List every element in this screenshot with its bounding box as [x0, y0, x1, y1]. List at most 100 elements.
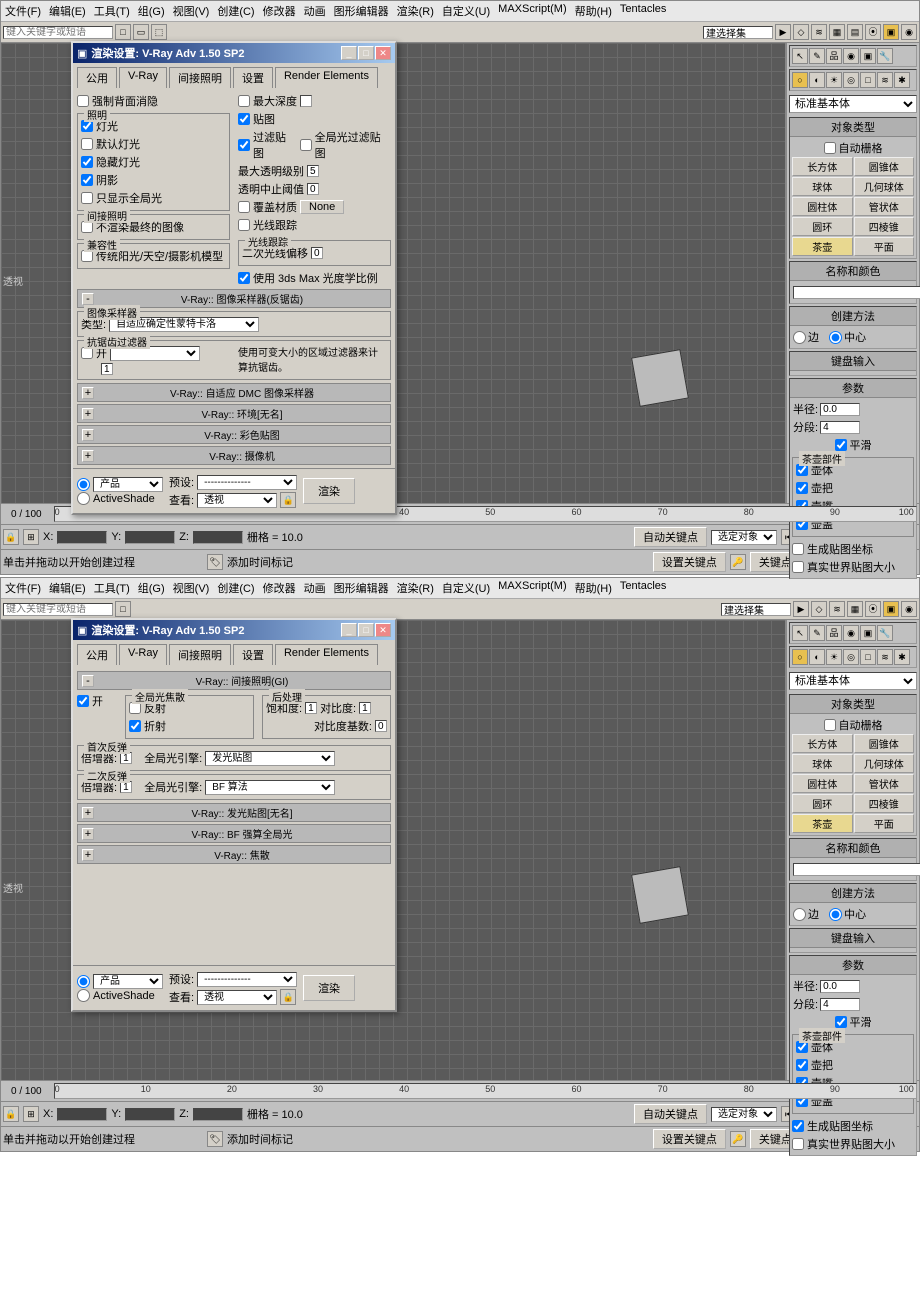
- menu-tentacles[interactable]: Tentacles: [620, 580, 666, 596]
- menu-tools[interactable]: 工具(T): [94, 580, 130, 596]
- rollup-toggle[interactable]: +: [82, 807, 94, 819]
- tab-vray[interactable]: V-Ray: [119, 67, 167, 88]
- render-button[interactable]: 渲染: [303, 975, 355, 1001]
- setkey-button[interactable]: 设置关键点: [653, 552, 726, 572]
- display-tab-icon[interactable]: ▣: [860, 48, 876, 64]
- object-name-input[interactable]: [793, 863, 920, 876]
- prim-cone[interactable]: 圆锥体: [854, 734, 915, 753]
- prim-pyramid[interactable]: 四棱锥: [854, 217, 915, 236]
- primitive-category-select[interactable]: 标准基本体: [789, 672, 917, 690]
- menu-tentacles[interactable]: Tentacles: [620, 3, 666, 19]
- section-header[interactable]: 参数: [790, 379, 916, 398]
- key-target-select[interactable]: 选定对象: [711, 530, 777, 545]
- utilities-tab-icon[interactable]: 🔧: [877, 625, 893, 641]
- tab-common[interactable]: 公用: [77, 644, 117, 665]
- menu-view[interactable]: 视图(V): [173, 3, 210, 19]
- view-select[interactable]: 透视: [197, 990, 277, 1005]
- contrast-base-input[interactable]: [375, 720, 387, 732]
- lock-icon[interactable]: 🔒: [280, 492, 296, 508]
- y-input[interactable]: [125, 531, 175, 544]
- shadows-check[interactable]: [81, 174, 93, 186]
- section-header[interactable]: 名称和颜色: [790, 262, 916, 281]
- menu-script[interactable]: MAXScript(M): [498, 3, 566, 19]
- rollup-toggle[interactable]: +: [82, 828, 94, 840]
- radius-input[interactable]: [820, 403, 860, 416]
- sel-lock-icon[interactable]: ⊞: [23, 529, 39, 545]
- contrast-input[interactable]: [359, 702, 371, 714]
- z-input[interactable]: [193, 1108, 243, 1121]
- prim-tube[interactable]: 管状体: [854, 197, 915, 216]
- create-tab-icon[interactable]: ↖: [792, 625, 808, 641]
- render-icon[interactable]: ▣: [883, 601, 899, 617]
- render-button[interactable]: 渲染: [303, 478, 355, 504]
- prim-box[interactable]: 长方体: [792, 157, 853, 176]
- layers-icon[interactable]: ▦: [847, 601, 863, 617]
- maximize-button[interactable]: □: [358, 46, 374, 60]
- prim-teapot[interactable]: 茶壶: [792, 814, 853, 833]
- tag-icon[interactable]: 🏷: [207, 554, 223, 570]
- menu-group[interactable]: 组(G): [138, 3, 165, 19]
- primitive-category-select[interactable]: 标准基本体: [789, 95, 917, 113]
- edge-radio[interactable]: [793, 908, 806, 921]
- preset-select[interactable]: --------------: [197, 475, 297, 490]
- hierarchy-tab-icon[interactable]: 品: [826, 48, 842, 64]
- render-icon[interactable]: ▣: [883, 24, 899, 40]
- menu-create[interactable]: 创建(C): [217, 580, 254, 596]
- spacewarps-icon[interactable]: ≋: [877, 72, 893, 88]
- toolbar-icon[interactable]: ▭: [133, 24, 149, 40]
- tab-settings[interactable]: 设置: [233, 67, 273, 88]
- material-icon[interactable]: ⦿: [865, 601, 881, 617]
- refr-check[interactable]: [129, 720, 141, 732]
- render-frame-icon[interactable]: ◉: [901, 601, 917, 617]
- hierarchy-tab-icon[interactable]: 品: [826, 625, 842, 641]
- shapes-icon[interactable]: ◐: [809, 649, 825, 665]
- prim-teapot[interactable]: 茶壶: [792, 237, 853, 256]
- tag-icon[interactable]: 🏷: [207, 1131, 223, 1147]
- smooth-check[interactable]: [835, 439, 847, 451]
- handle-check[interactable]: [796, 1059, 808, 1071]
- rollup-toggle[interactable]: +: [82, 849, 94, 861]
- override-check[interactable]: [238, 201, 250, 213]
- z-input[interactable]: [193, 531, 243, 544]
- tab-elements[interactable]: Render Elements: [275, 644, 378, 665]
- menu-custom[interactable]: 自定义(U): [442, 580, 490, 596]
- named-sel-combo[interactable]: [721, 603, 791, 616]
- preset-select[interactable]: --------------: [197, 972, 297, 987]
- menu-custom[interactable]: 自定义(U): [442, 3, 490, 19]
- prim-pyramid[interactable]: 四棱锥: [854, 794, 915, 813]
- tab-gi[interactable]: 间接照明: [169, 644, 231, 665]
- prim-plane[interactable]: 平面: [854, 237, 915, 256]
- rollup-toggle[interactable]: -: [82, 675, 94, 687]
- trans-cut-input[interactable]: [307, 183, 319, 195]
- arrow-icon[interactable]: ▶: [793, 601, 809, 617]
- prim-torus[interactable]: 圆环: [792, 217, 853, 236]
- close-button[interactable]: ✕: [375, 623, 391, 637]
- gen-map-check[interactable]: [792, 1120, 804, 1132]
- max-depth-input[interactable]: [300, 95, 312, 107]
- gi-on-check[interactable]: [77, 695, 89, 707]
- gen-map-check[interactable]: [792, 543, 804, 555]
- close-button[interactable]: ✕: [375, 46, 391, 60]
- mirror-icon[interactable]: ◇: [793, 24, 809, 40]
- center-radio[interactable]: [829, 331, 842, 344]
- menu-help[interactable]: 帮助(H): [575, 580, 612, 596]
- menu-file[interactable]: 文件(F): [5, 580, 41, 596]
- section-header[interactable]: 创建方法: [790, 307, 916, 326]
- real-world-check[interactable]: [792, 561, 804, 573]
- mirror-icon[interactable]: ◇: [811, 601, 827, 617]
- default-lights-check[interactable]: [81, 138, 93, 150]
- menu-tools[interactable]: 工具(T): [94, 3, 130, 19]
- named-sel-combo[interactable]: [703, 26, 773, 39]
- section-header[interactable]: 创建方法: [790, 884, 916, 903]
- sel-lock-icon[interactable]: ⊞: [23, 1106, 39, 1122]
- product-select[interactable]: 产品: [93, 974, 163, 989]
- section-header[interactable]: 键盘输入: [790, 929, 916, 948]
- motion-tab-icon[interactable]: ◉: [843, 625, 859, 641]
- menu-help[interactable]: 帮助(H): [575, 3, 612, 19]
- prim-box[interactable]: 长方体: [792, 734, 853, 753]
- prim-geosphere[interactable]: 几何球体: [854, 754, 915, 773]
- section-header[interactable]: 对象类型: [790, 118, 916, 137]
- lock-icon[interactable]: 🔒: [3, 529, 19, 545]
- menu-view[interactable]: 视图(V): [173, 580, 210, 596]
- product-radio[interactable]: [77, 975, 90, 988]
